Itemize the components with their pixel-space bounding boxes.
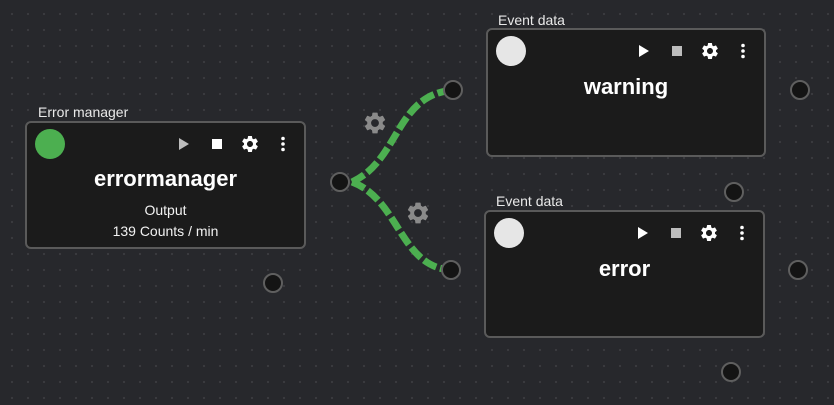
bottom-port-error[interactable] (721, 362, 741, 382)
kebab-menu-icon[interactable] (732, 40, 754, 62)
edge-settings-gear-icon[interactable] (362, 110, 388, 136)
node-error[interactable]: error (484, 210, 765, 338)
kebab-menu-icon[interactable] (272, 133, 294, 155)
status-indicator (494, 218, 524, 248)
input-port-error[interactable] (441, 260, 461, 280)
stop-icon[interactable] (666, 40, 688, 62)
output-port-errormanager[interactable] (330, 172, 350, 192)
status-indicator (35, 129, 65, 159)
gear-icon[interactable] (698, 222, 720, 244)
flow-canvas[interactable]: Error manager errormanager Output 139 Co… (0, 0, 834, 405)
output-port-error[interactable] (788, 260, 808, 280)
input-port-warning[interactable] (443, 80, 463, 100)
node-title-warning: Event data (498, 12, 565, 28)
node-toolbar (632, 222, 753, 244)
node-name: error (598, 256, 651, 281)
status-indicator (496, 36, 526, 66)
bottom-port-warning[interactable] (724, 182, 744, 202)
stop-icon[interactable] (665, 222, 687, 244)
node-errormanager[interactable]: errormanager Output 139 Counts / min (25, 121, 306, 249)
bottom-port-errormanager[interactable] (263, 273, 283, 293)
play-icon[interactable] (633, 40, 655, 62)
stop-icon[interactable] (206, 133, 228, 155)
node-toolbar (633, 40, 754, 62)
node-name: warning (583, 74, 669, 99)
edge-errormanager-to-error[interactable] (350, 178, 453, 274)
play-icon[interactable] (173, 133, 195, 155)
gear-icon[interactable] (699, 40, 721, 62)
node-name: errormanager (93, 166, 238, 191)
edge-settings-gear-icon[interactable] (405, 200, 431, 226)
node-toolbar (173, 133, 294, 155)
node-title-error-manager: Error manager (38, 104, 129, 120)
output-port-warning[interactable] (790, 80, 810, 100)
node-warning[interactable]: warning (486, 28, 766, 157)
output-rate: 139 Counts / min (112, 223, 219, 239)
output-label: Output (144, 202, 187, 218)
gear-icon[interactable] (239, 133, 261, 155)
play-icon[interactable] (632, 222, 654, 244)
kebab-menu-icon[interactable] (731, 222, 753, 244)
node-title-error: Event data (496, 193, 563, 209)
